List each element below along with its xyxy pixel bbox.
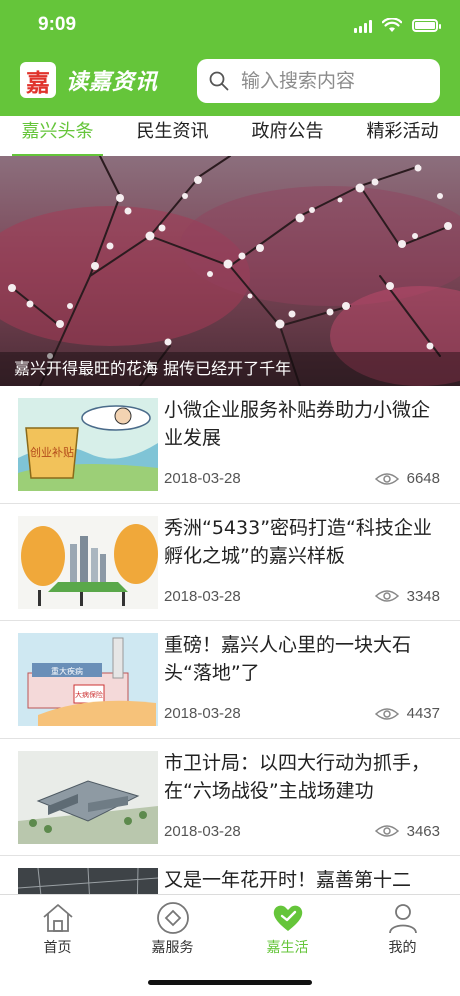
thumbnail-text: 大病保险 xyxy=(75,690,103,699)
tabbar-label: 我的 xyxy=(388,940,417,956)
view-count: 3463 xyxy=(374,822,440,840)
eye-icon xyxy=(374,707,399,720)
status-time: 9:09 xyxy=(38,14,77,35)
eye-icon xyxy=(374,825,399,837)
tabbar-label: 嘉生活 xyxy=(266,940,309,956)
service-icon xyxy=(156,902,189,934)
news-thumbnail xyxy=(18,868,158,894)
search-icon xyxy=(209,71,229,91)
news-date: 2018-03-28 xyxy=(164,470,241,487)
thumbnail-text: 创业补贴 xyxy=(30,445,74,459)
news-title: 秀洲“5433”密码打造“科技企业孵化之城”的嘉兴样板 xyxy=(164,516,432,567)
app-header: 9:09 嘉 读嘉资讯 xyxy=(0,0,460,116)
banner-caption: 嘉兴开得最旺的花海 据传已经开了千年 xyxy=(0,352,460,386)
news-item[interactable]: 秀洲“5433”密码打造“科技企业孵化之城”的嘉兴样板 2018-03-28 3… xyxy=(0,504,460,621)
news-thumbnail xyxy=(18,750,158,844)
tabbar-label: 嘉服务 xyxy=(151,940,194,956)
news-thumbnail: 创业补贴 xyxy=(18,398,158,491)
tab-jiaxing-headlines[interactable]: 嘉兴头条 xyxy=(0,116,115,156)
news-title: 重磅！嘉兴人心里的一块大石头“落地”了 xyxy=(164,634,412,684)
news-date: 2018-03-28 xyxy=(164,822,241,840)
news-item[interactable]: 重大疾病 大病保险 重磅！嘉兴人心里的一块大石头“落地”了 2018-03-28… xyxy=(0,621,460,739)
news-thumbnail xyxy=(18,515,158,609)
headline-banner[interactable]: 嘉兴开得最旺的花海 据传已经开了千年 xyxy=(0,156,460,386)
tabbar-home[interactable]: 首页 xyxy=(0,901,115,957)
news-date: 2018-03-28 xyxy=(164,587,241,605)
home-icon xyxy=(42,904,73,932)
battery-icon xyxy=(412,19,441,32)
news-title: 小微企业服务补贴券助力小微企业发展 xyxy=(164,399,431,449)
news-item[interactable]: 又是一年花开时！嘉善第十二 xyxy=(0,856,460,894)
logo-char: 嘉 xyxy=(26,67,50,97)
news-item[interactable]: 市卫计局：以四大行动为抓手，在“六场战役”主战场建功 2018-03-28 34… xyxy=(0,739,460,856)
category-tabs: 嘉兴头条 民生资讯 政府公告 精彩活动 xyxy=(0,116,460,156)
news-date: 2018-03-28 xyxy=(164,705,241,722)
user-icon xyxy=(388,904,417,934)
view-count-value: 4437 xyxy=(406,705,440,722)
tab-government-notices[interactable]: 政府公告 xyxy=(230,116,345,156)
view-count-value: 6648 xyxy=(406,470,440,487)
home-indicator xyxy=(148,980,312,985)
tab-featured-events[interactable]: 精彩活动 xyxy=(345,116,460,156)
view-count: 3348 xyxy=(374,587,440,605)
news-item[interactable]: 创业补贴 小微企业服务补贴券助力小微企业发展 2018-03-28 6648 xyxy=(0,386,460,504)
cellular-signal-icon xyxy=(354,19,372,33)
heart-icon xyxy=(273,905,302,931)
news-title: 又是一年花开时！嘉善第十二 xyxy=(164,869,412,891)
app-logo: 嘉 xyxy=(20,62,56,98)
view-count-value: 3348 xyxy=(406,587,440,605)
view-count: 4437 xyxy=(374,705,440,722)
news-list: 创业补贴 小微企业服务补贴券助力小微企业发展 2018-03-28 6648 秀… xyxy=(0,386,460,894)
view-count-value: 3463 xyxy=(406,822,440,840)
news-title: 市卫计局：以四大行动为抓手，在“六场战役”主战场建功 xyxy=(164,751,431,802)
thumbnail-text: 重大疾病 xyxy=(51,666,83,676)
search-bar[interactable] xyxy=(197,59,440,103)
tabbar-service[interactable]: 嘉服务 xyxy=(115,901,230,957)
tabbar-profile[interactable]: 我的 xyxy=(345,901,460,957)
tab-livelihood-news[interactable]: 民生资讯 xyxy=(115,116,230,156)
status-icons xyxy=(354,18,441,33)
eye-icon xyxy=(374,472,399,485)
eye-icon xyxy=(374,590,399,602)
tabbar-life[interactable]: 嘉生活 xyxy=(230,901,345,957)
status-bar: 9:09 xyxy=(0,0,460,52)
search-input[interactable] xyxy=(241,70,431,92)
app-name: 读嘉资讯 xyxy=(66,70,159,95)
tabbar-label: 首页 xyxy=(43,940,72,956)
wifi-icon xyxy=(382,18,402,32)
view-count: 6648 xyxy=(374,470,440,487)
news-thumbnail: 重大疾病 大病保险 xyxy=(18,633,158,726)
